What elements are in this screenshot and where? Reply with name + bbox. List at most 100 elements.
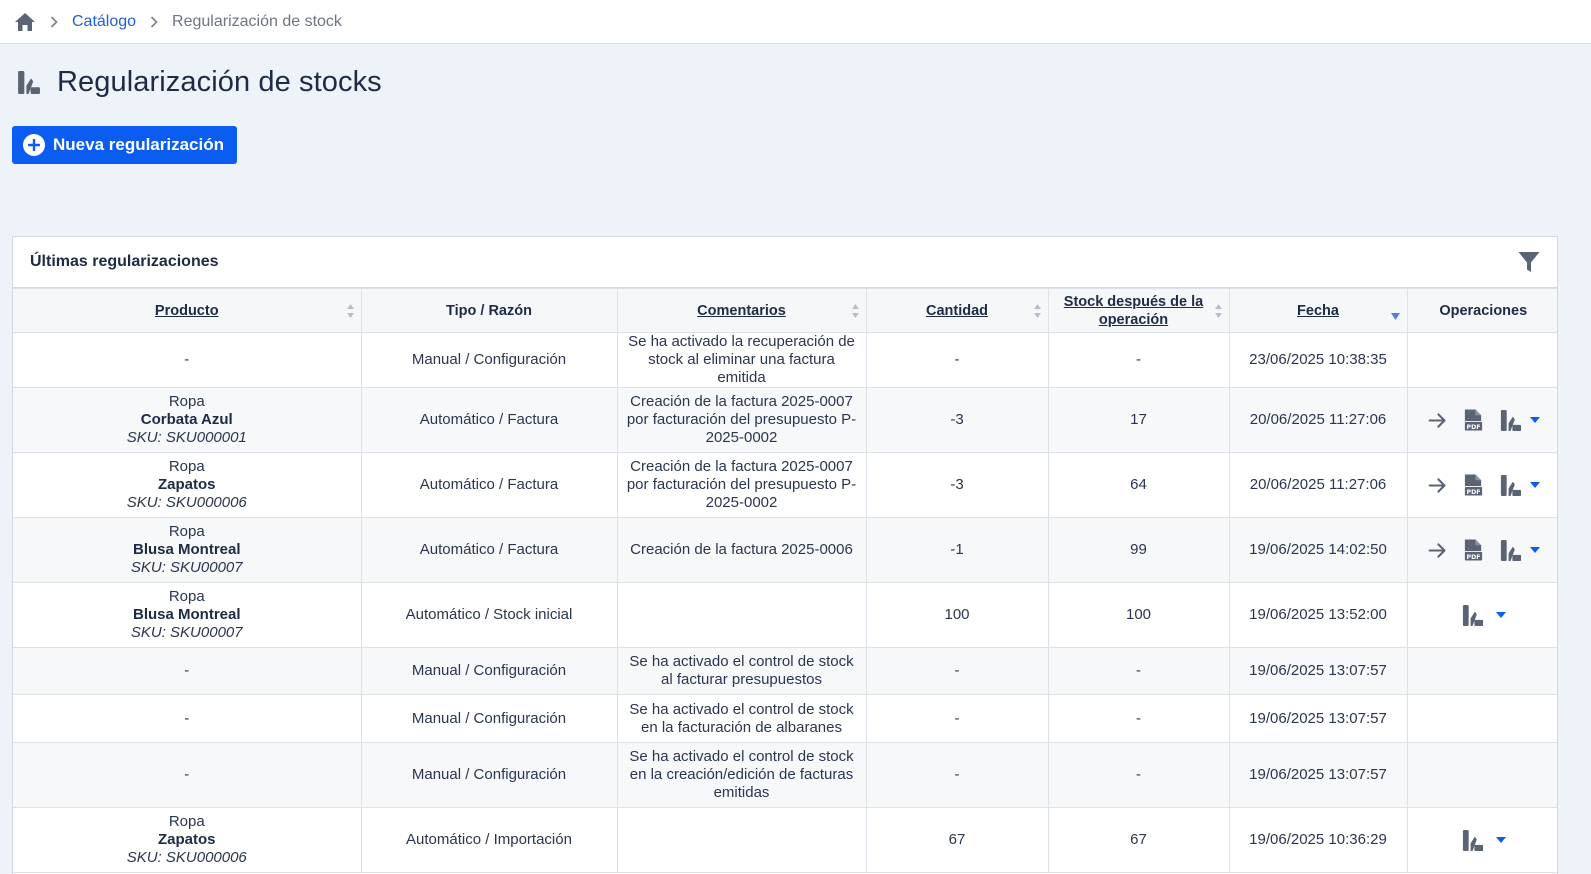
- table-row: - Manual / Configuración Se ha activado …: [13, 694, 1557, 743]
- chevron-down-icon[interactable]: [1496, 612, 1506, 618]
- table-row: - Manual / Configuración Se ha activado …: [13, 647, 1557, 695]
- cell-stock: -: [1047, 332, 1230, 388]
- sort-desc-icon[interactable]: [1391, 313, 1400, 320]
- cell-producto: -: [13, 332, 362, 388]
- cell-comentarios: Se ha activado el control de stock en la…: [616, 694, 867, 743]
- cell-fecha: 20/06/2025 11:27:06: [1228, 387, 1408, 453]
- product-name: Blusa Montreal: [132, 606, 241, 623]
- page-header: Regularización de stocks: [16, 66, 382, 99]
- go-to-document-icon[interactable]: [1427, 410, 1448, 431]
- pdf-icon[interactable]: [1462, 473, 1485, 497]
- cell-stock: 64: [1047, 452, 1230, 518]
- cell-comentarios: Creación de la factura 2025-0007 por fac…: [616, 387, 867, 453]
- product-sku: SKU: SKU000006: [126, 849, 247, 866]
- pdf-icon[interactable]: [1462, 408, 1485, 432]
- breadcrumb-link-catalogo[interactable]: Catálogo: [72, 13, 136, 31]
- cell-comentarios: Creación de la factura 2025-0007 por fac…: [616, 452, 867, 518]
- cell-operaciones: [1406, 807, 1557, 873]
- operaciones-header-label: Operaciones: [1439, 302, 1528, 319]
- fecha-header-label[interactable]: Fecha: [1297, 303, 1339, 319]
- column-header-operaciones: Operaciones: [1406, 288, 1557, 333]
- go-to-document-icon[interactable]: [1427, 475, 1448, 496]
- product-category: Ropa: [168, 393, 205, 410]
- filter-icon[interactable]: [1517, 250, 1541, 274]
- chevron-down-icon[interactable]: [1530, 482, 1540, 488]
- panel-header: Últimas regularizaciones: [13, 237, 1557, 288]
- cell-cantidad: -: [865, 647, 1049, 695]
- cell-cantidad: 67: [865, 807, 1049, 873]
- sort-icon[interactable]: [1033, 303, 1042, 319]
- pdf-icon[interactable]: [1462, 538, 1485, 562]
- stock-header-label[interactable]: Stock después de la operación: [1064, 294, 1203, 328]
- cell-fecha: 19/06/2025 13:07:57: [1228, 742, 1408, 808]
- sort-icon[interactable]: [851, 303, 860, 319]
- sort-icon[interactable]: [346, 303, 355, 319]
- column-header-cantidad[interactable]: Cantidad: [865, 288, 1049, 333]
- column-header-stock[interactable]: Stock después de la operación: [1047, 288, 1230, 333]
- stock-regularization-icon[interactable]: [1461, 829, 1484, 852]
- cell-operaciones: [1406, 517, 1557, 583]
- cell-comentarios: Creación de la factura 2025-0006: [616, 517, 867, 583]
- home-icon[interactable]: [14, 11, 36, 33]
- cell-tipo: Automático / Factura: [360, 452, 618, 518]
- cell-cantidad: -: [865, 742, 1049, 808]
- producto-header-label[interactable]: Producto: [155, 303, 219, 319]
- cell-fecha: 19/06/2025 13:52:00: [1228, 582, 1408, 648]
- cell-tipo: Manual / Configuración: [360, 694, 618, 743]
- sort-icon[interactable]: [1214, 303, 1223, 319]
- cantidad-header-label[interactable]: Cantidad: [926, 303, 988, 319]
- chevron-down-icon[interactable]: [1496, 837, 1506, 843]
- stock-regularization-icon[interactable]: [1499, 539, 1522, 562]
- cell-producto: Ropa Blusa Montreal SKU: SKU00007: [13, 582, 362, 648]
- product-category: Ropa: [168, 523, 205, 540]
- cell-fecha: 19/06/2025 10:36:29: [1228, 807, 1408, 873]
- cell-operaciones: [1406, 387, 1557, 453]
- cell-tipo: Automático / Importación: [360, 807, 618, 873]
- cell-operaciones: [1406, 694, 1557, 743]
- cell-comentarios: [616, 582, 867, 648]
- product-sku: SKU: SKU00007: [130, 624, 243, 641]
- cell-stock: 67: [1047, 807, 1230, 873]
- stock-regularization-icon: [16, 70, 41, 95]
- page-title: Regularización de stocks: [57, 66, 382, 98]
- cell-cantidad: -: [865, 332, 1049, 388]
- comentarios-header-label[interactable]: Comentarios: [697, 303, 786, 319]
- table-row: - Manual / Configuración Se ha activado …: [13, 742, 1557, 808]
- cell-tipo: Automático / Factura: [360, 517, 618, 583]
- column-header-fecha[interactable]: Fecha: [1228, 288, 1408, 333]
- cell-cantidad: -3: [865, 452, 1049, 518]
- stock-regularization-icon[interactable]: [1499, 474, 1522, 497]
- product-name: Corbata Azul: [140, 411, 233, 428]
- table-row: Ropa Zapatos SKU: SKU000006 Automático /…: [13, 452, 1557, 518]
- panel-title: Últimas regularizaciones: [30, 253, 219, 270]
- breadcrumb: Catálogo Regularización de stock: [0, 0, 1591, 44]
- cell-tipo: Manual / Configuración: [360, 742, 618, 808]
- chevron-down-icon[interactable]: [1530, 547, 1540, 553]
- cell-producto: -: [13, 694, 362, 743]
- stock-regularization-icon[interactable]: [1499, 409, 1522, 432]
- table-row: Ropa Blusa Montreal SKU: SKU00007 Automá…: [13, 582, 1557, 648]
- new-regularization-label: Nueva regularización: [53, 135, 225, 154]
- table-row: Ropa Blusa Montreal SKU: SKU00007 Automá…: [13, 517, 1557, 583]
- plus-circle-icon: [23, 134, 45, 156]
- cell-producto: -: [13, 647, 362, 695]
- cell-producto: Ropa Blusa Montreal SKU: SKU00007: [13, 517, 362, 583]
- column-header-comentarios[interactable]: Comentarios: [616, 288, 867, 333]
- chevron-right-icon: [150, 15, 158, 28]
- product-name: Zapatos: [157, 476, 216, 493]
- new-regularization-button[interactable]: Nueva regularización: [12, 126, 237, 164]
- chevron-down-icon[interactable]: [1530, 417, 1540, 423]
- cell-cantidad: -1: [865, 517, 1049, 583]
- regularizations-panel: Últimas regularizaciones Producto Tipo /…: [12, 236, 1558, 874]
- cell-comentarios: [616, 807, 867, 873]
- stock-regularization-icon[interactable]: [1461, 604, 1484, 627]
- go-to-document-icon[interactable]: [1427, 540, 1448, 561]
- cell-stock: 17: [1047, 387, 1230, 453]
- column-header-producto[interactable]: Producto: [13, 288, 362, 333]
- table-row: - Manual / Configuración Se ha activado …: [13, 332, 1557, 388]
- regularizations-table: Producto Tipo / Razón Comentarios Cantid…: [13, 288, 1557, 873]
- cell-operaciones: [1406, 742, 1557, 808]
- cell-tipo: Manual / Configuración: [360, 332, 618, 388]
- cell-stock: 99: [1047, 517, 1230, 583]
- cell-stock: -: [1047, 647, 1230, 695]
